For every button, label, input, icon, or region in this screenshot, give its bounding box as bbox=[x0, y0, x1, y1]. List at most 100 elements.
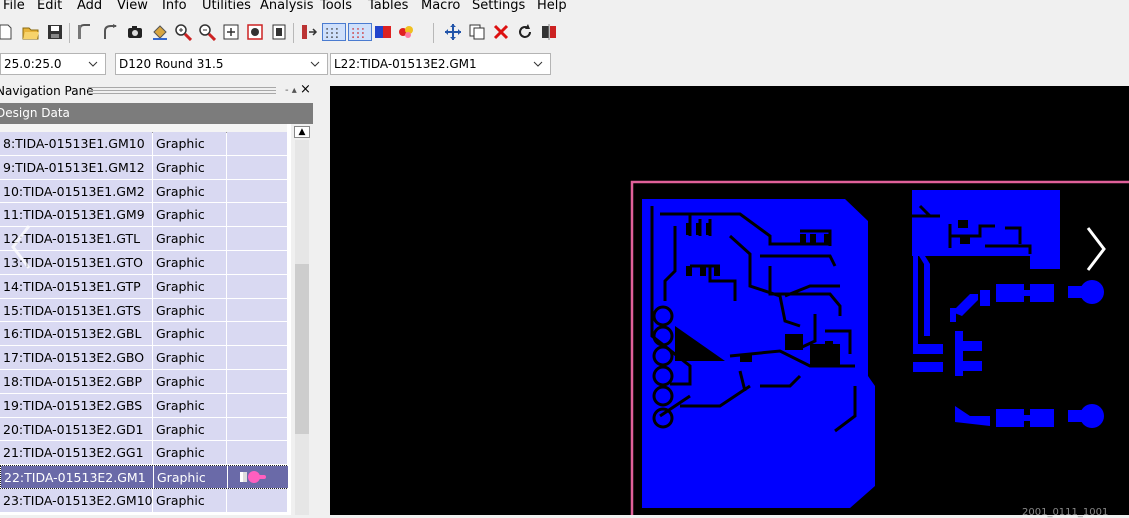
rotate-icon[interactable] bbox=[516, 23, 534, 41]
layer-type-cell: Graphic bbox=[153, 298, 226, 322]
close-icon[interactable]: × bbox=[300, 81, 311, 99]
menu-add[interactable]: Add bbox=[77, 0, 102, 14]
navigation-pane-title: Navigation Pane bbox=[0, 84, 94, 98]
zoom-fit-icon[interactable] bbox=[270, 23, 288, 41]
chevron-down-icon bbox=[88, 54, 102, 74]
scroll-up-arrow-icon[interactable]: ▲ bbox=[294, 126, 310, 138]
aperture-combo[interactable]: D120 Round 31.5 bbox=[115, 53, 328, 75]
layer-combo-value: L22:TIDA-01513E2.GM1 bbox=[334, 57, 477, 71]
menu-settings[interactable]: Settings bbox=[472, 0, 525, 14]
layer-type-cell: Graphic bbox=[153, 274, 226, 298]
layer-extra-cell bbox=[227, 203, 287, 227]
redo-arc-icon[interactable] bbox=[101, 23, 119, 41]
menu-help[interactable]: Help bbox=[537, 0, 567, 14]
layer-type-cell: Graphic bbox=[153, 322, 226, 346]
grid-toggle-icon[interactable] bbox=[322, 23, 346, 41]
layer-extra-cell bbox=[227, 369, 287, 393]
scrollbar-thumb[interactable] bbox=[295, 264, 309, 434]
layer-color-icon[interactable] bbox=[374, 23, 392, 41]
layer-row[interactable]: 16:TIDA-01513E2.GBL Graphic bbox=[0, 322, 287, 347]
layer-name-cell: 22:TIDA-01513E2.GM1 bbox=[1, 466, 153, 488]
open-folder-icon[interactable] bbox=[22, 23, 40, 41]
undo-arc-icon[interactable] bbox=[76, 23, 94, 41]
pan-view-icon[interactable] bbox=[300, 23, 318, 41]
menu-info[interactable]: Info bbox=[162, 0, 187, 14]
paint-bucket-icon[interactable] bbox=[151, 23, 169, 41]
pcb-canvas[interactable] bbox=[330, 86, 1129, 515]
layer-name-cell: 9:TIDA-01513E1.GM12 bbox=[0, 155, 152, 179]
layer-row[interactable]: 18:TIDA-01513E2.GBP Graphic bbox=[0, 369, 287, 394]
right-traces bbox=[913, 246, 1104, 428]
layer-extra-cell bbox=[227, 322, 287, 346]
layer-row[interactable]: 8:TIDA-01513E1.GM10 Graphic bbox=[0, 132, 287, 156]
layer-row[interactable]: 23:TIDA-01513E2.GM10 Graphic bbox=[0, 488, 287, 513]
menu-utilities[interactable]: Utilities bbox=[202, 0, 251, 14]
delete-icon[interactable] bbox=[492, 23, 510, 41]
layer-row[interactable]: 19:TIDA-01513E2.GBS Graphic bbox=[0, 393, 287, 418]
layer-row[interactable]: 10:TIDA-01513E1.GM2 Graphic bbox=[0, 179, 287, 204]
layer-row[interactable]: 12:TIDA-01513E1.GTL Graphic bbox=[0, 227, 287, 251]
menu-view[interactable]: View bbox=[117, 0, 148, 14]
layer-row[interactable]: 15:TIDA-01513E1.GTS Graphic bbox=[0, 298, 287, 323]
vertical-scrollbar[interactable]: ▲ bbox=[291, 124, 313, 515]
move-icon[interactable] bbox=[444, 23, 462, 41]
pin-icon[interactable]: - ▴ bbox=[285, 82, 297, 100]
layer-row[interactable]: 21:TIDA-01513E2.GG1 Graphic bbox=[0, 441, 287, 466]
layer-type-cell: Graphic bbox=[153, 179, 226, 203]
layer-row[interactable]: 14:TIDA-01513E1.GTP Graphic bbox=[0, 274, 287, 299]
layer-name-cell: 19:TIDA-01513E2.GBS bbox=[0, 393, 152, 417]
zoom-in-icon[interactable] bbox=[174, 23, 192, 41]
layer-extra-cell bbox=[227, 417, 287, 441]
menu-analysis[interactable]: Analysis bbox=[260, 0, 314, 14]
menu-tables[interactable]: Tables bbox=[368, 0, 408, 14]
new-file-icon[interactable] bbox=[0, 23, 14, 41]
copy-icon[interactable] bbox=[468, 23, 486, 41]
menu-edit[interactable]: Edit bbox=[37, 0, 62, 14]
menu-file[interactable]: File bbox=[3, 0, 25, 14]
drag-grip[interactable] bbox=[88, 87, 276, 94]
layer-name-cell: 21:TIDA-01513E2.GG1 bbox=[0, 441, 152, 465]
layer-extra-cell bbox=[227, 393, 287, 417]
layer-extra-cell bbox=[227, 441, 287, 465]
layer-type-cell: Graphic bbox=[153, 203, 226, 227]
layer-name-cell: 16:TIDA-01513E2.GBL bbox=[0, 322, 152, 346]
menu-macro[interactable]: Macro bbox=[421, 0, 460, 14]
design-data-header[interactable]: Design Data bbox=[0, 103, 313, 124]
dot-grid-icon[interactable] bbox=[348, 23, 372, 41]
zoom-combo[interactable]: 25.0:25.0 bbox=[0, 53, 106, 75]
menu-bar: File Edit Add View Info Utilities Analys… bbox=[0, 0, 1129, 16]
layer-name-cell: 18:TIDA-01513E2.GBP bbox=[0, 369, 152, 393]
highlight-icon[interactable] bbox=[397, 23, 415, 41]
coordinate-readout: 2001_0111_1001 bbox=[1022, 507, 1109, 518]
zoom-window-icon[interactable] bbox=[222, 23, 240, 41]
chevron-right-icon[interactable] bbox=[1082, 224, 1112, 274]
toolbar bbox=[0, 18, 563, 48]
layer-type-cell: Graphic bbox=[153, 488, 226, 512]
layer-type-cell: Graphic bbox=[153, 393, 226, 417]
layer-name-cell: 8:TIDA-01513E1.GM10 bbox=[0, 132, 152, 155]
mirror-icon[interactable] bbox=[540, 23, 558, 41]
camera-icon[interactable] bbox=[126, 23, 144, 41]
layer-row[interactable]: 22:TIDA-01513E2.GM1 Graphic bbox=[0, 465, 288, 489]
layer-combo[interactable]: L22:TIDA-01513E2.GM1 bbox=[330, 53, 551, 75]
layer-type-cell: Graphic bbox=[153, 369, 226, 393]
pointer-hand-icon[interactable] bbox=[228, 466, 268, 488]
layer-row[interactable]: 17:TIDA-01513E2.GBO Graphic bbox=[0, 346, 287, 370]
chevron-left-icon[interactable] bbox=[5, 222, 35, 272]
layer-row[interactable]: 13:TIDA-01513E1.GTO Graphic bbox=[0, 250, 287, 275]
layer-row[interactable]: 11:TIDA-01513E1.GM9 Graphic bbox=[0, 203, 287, 228]
layer-name-cell: 17:TIDA-01513E2.GBO bbox=[0, 346, 152, 369]
layer-extra-cell bbox=[227, 346, 287, 369]
layer-type-cell: Graphic bbox=[153, 227, 226, 250]
zoom-out-icon[interactable] bbox=[198, 23, 216, 41]
layer-type-cell: Graphic bbox=[153, 417, 226, 441]
layer-row[interactable]: 9:TIDA-01513E1.GM12 Graphic bbox=[0, 155, 287, 180]
layer-row[interactable]: 20:TIDA-01513E2.GD1 Graphic bbox=[0, 417, 287, 442]
menu-tools[interactable]: Tools bbox=[320, 0, 352, 14]
pcb-artwork bbox=[630, 180, 1129, 515]
zoom-combo-value: 25.0:25.0 bbox=[4, 57, 62, 71]
zoom-extents-icon[interactable] bbox=[246, 23, 264, 41]
save-icon[interactable] bbox=[46, 23, 64, 41]
layer-type-cell: Graphic bbox=[153, 155, 226, 179]
layer-list: 8:TIDA-01513E1.GM10 Graphic 9:TIDA-01513E1… bbox=[0, 124, 313, 515]
